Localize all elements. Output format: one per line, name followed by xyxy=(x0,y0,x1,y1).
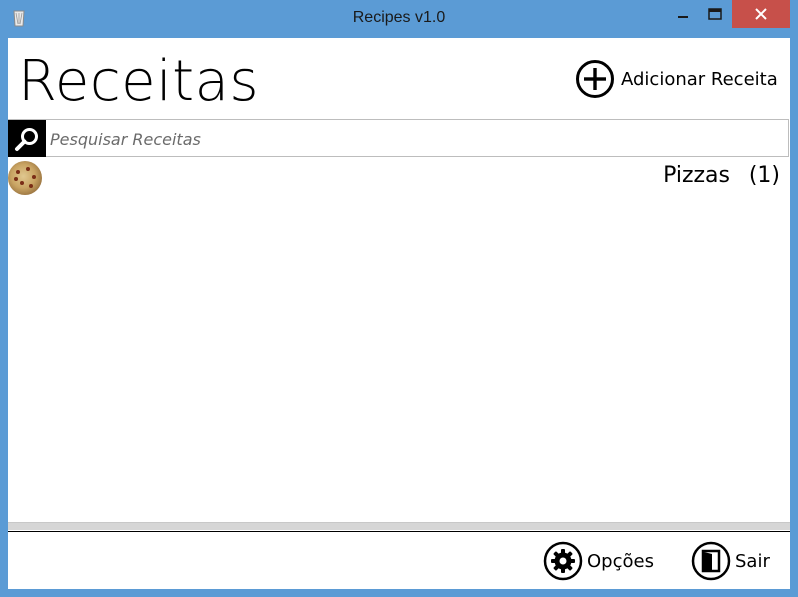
page-title: Receitas xyxy=(18,49,260,114)
maximize-icon xyxy=(708,8,722,20)
category-count: (1) xyxy=(748,163,780,188)
door-exit-icon xyxy=(691,541,731,581)
options-button[interactable]: Opções xyxy=(543,541,654,581)
search-bar xyxy=(8,119,789,157)
minimize-icon xyxy=(678,16,688,18)
list-item[interactable]: Pizzas (1) xyxy=(8,158,790,196)
gear-icon xyxy=(543,541,583,581)
minimize-button[interactable] xyxy=(668,0,698,28)
horizontal-scrollbar[interactable] xyxy=(8,522,790,530)
category-name: Pizzas xyxy=(663,163,730,188)
app-window: Recipes v1.0 Receitas Adicionar Receita … xyxy=(0,0,798,597)
close-icon xyxy=(755,8,767,20)
exit-button[interactable]: Sair xyxy=(691,541,770,581)
exit-label: Sair xyxy=(735,550,770,572)
footer-divider xyxy=(8,531,790,532)
add-recipe-button[interactable]: Adicionar Receita xyxy=(575,59,778,99)
main-content: Receitas Adicionar Receita Pesquisar Rec… xyxy=(8,38,790,589)
search-button[interactable] xyxy=(8,120,46,157)
close-button[interactable] xyxy=(732,0,790,28)
category-list: Pizzas (1) xyxy=(8,158,790,521)
options-label: Opções xyxy=(587,550,654,572)
search-icon xyxy=(15,127,38,151)
maximize-button[interactable] xyxy=(700,0,730,28)
add-recipe-label: Adicionar Receita xyxy=(621,68,778,90)
title-bar[interactable]: Recipes v1.0 xyxy=(0,0,798,38)
plus-circle-icon xyxy=(576,60,614,98)
pizza-thumbnail xyxy=(8,161,42,195)
search-input[interactable] xyxy=(50,126,770,152)
